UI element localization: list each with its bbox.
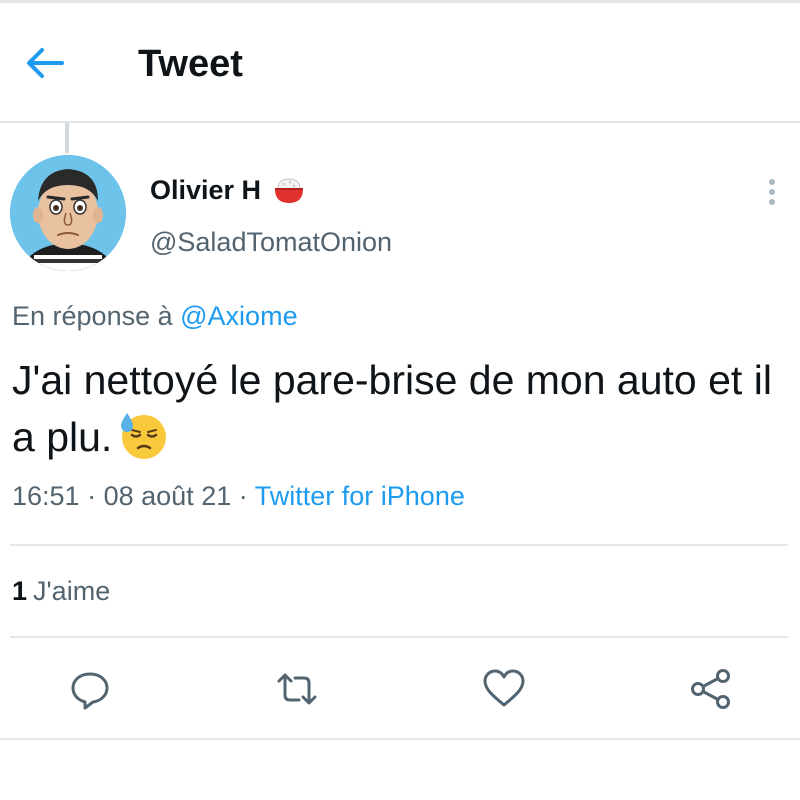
meta-dot: · bbox=[238, 481, 248, 511]
reply-prefix: En réponse à bbox=[12, 301, 173, 331]
likes-count: 1 bbox=[12, 576, 28, 606]
share-button[interactable] bbox=[689, 667, 733, 711]
author-handle[interactable]: @SaladTomatOnion bbox=[150, 227, 392, 258]
arrow-left-icon bbox=[27, 48, 64, 78]
author-name-row: Olivier H bbox=[150, 172, 307, 208]
heart-icon bbox=[483, 669, 525, 707]
tweet-time: 16:51 bbox=[12, 481, 80, 511]
share-icon bbox=[691, 669, 730, 709]
page-title: Tweet bbox=[138, 43, 243, 85]
reply-icon bbox=[71, 672, 109, 710]
downcast-face-with-sweat-icon bbox=[121, 413, 167, 459]
app-header: Tweet bbox=[0, 3, 800, 121]
tweet-date: 08 août 21 bbox=[103, 481, 232, 511]
retweet-button[interactable] bbox=[275, 667, 319, 711]
avatar-cartoon-face bbox=[10, 155, 126, 271]
reply-context: En réponse à @Axiome bbox=[12, 301, 298, 332]
tweet-source-link[interactable]: Twitter for iPhone bbox=[255, 481, 465, 511]
meta-dot: · bbox=[87, 481, 97, 511]
meta-divider bbox=[10, 544, 788, 546]
avatar[interactable] bbox=[10, 155, 126, 271]
likes-label: J'aime bbox=[33, 576, 111, 606]
more-vertical-icon bbox=[769, 179, 775, 205]
likes-divider bbox=[10, 636, 788, 638]
tweet-meta: 16:51 · 08 août 21 · Twitter for iPhone bbox=[12, 481, 465, 512]
more-options-button[interactable] bbox=[762, 176, 782, 208]
retweet-icon bbox=[277, 673, 317, 705]
author-display-name[interactable]: Olivier H bbox=[150, 175, 261, 206]
tweet-text-container: J'ai nettoyé le pare-brise de mon auto e… bbox=[12, 352, 800, 466]
likes-count-link[interactable]: 1 J'aime bbox=[12, 576, 110, 607]
actions-divider bbox=[0, 738, 800, 740]
header-divider bbox=[0, 121, 800, 123]
reply-button[interactable] bbox=[68, 667, 112, 711]
back-button[interactable] bbox=[24, 45, 66, 81]
thread-connector-line bbox=[65, 123, 69, 153]
rice-bowl-icon bbox=[275, 178, 304, 203]
reply-to-mention[interactable]: @Axiome bbox=[180, 301, 297, 331]
like-button[interactable] bbox=[482, 667, 526, 711]
